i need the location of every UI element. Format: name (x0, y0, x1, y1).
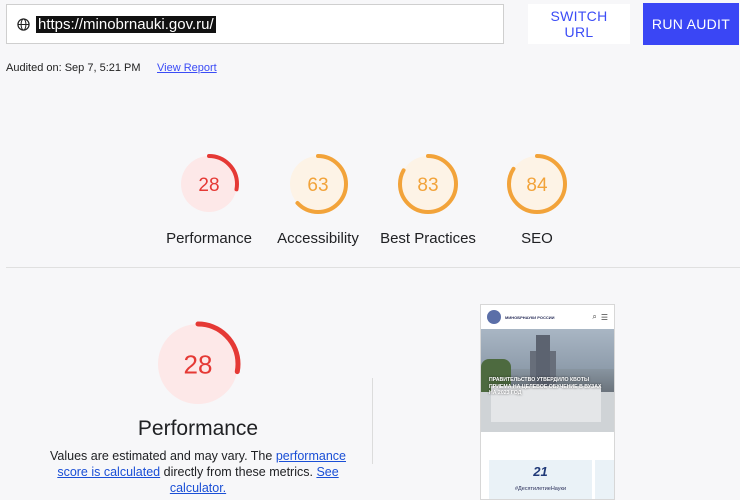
big-gauge-ring: 28 (155, 321, 241, 407)
preview-header: МИНОБРНАУКИ РОССИИ ⌕ ☰ (481, 305, 614, 329)
audited-timestamp: Audited on: Sep 7, 5:21 PM (6, 62, 141, 74)
preview-headline: ПРАВИТЕЛЬСТВО УТВЕРДИЛО КВОТЫ ПРИЕМА НА … (489, 377, 602, 396)
view-report-link[interactable]: View Report (157, 62, 217, 74)
gauge-ring: 84 (507, 154, 567, 214)
url-input[interactable]: https://minobrnauki.gov.ru/ (6, 4, 504, 44)
performance-description: Values are estimated and may vary. The p… (50, 449, 346, 495)
menu-icon: ☰ (600, 312, 608, 322)
gauge-score: 28 (198, 175, 219, 196)
search-icon: ⌕ (592, 312, 597, 321)
globe-icon (17, 17, 30, 31)
performance-big-gauge: 28 (154, 320, 242, 413)
preview-card-text: #ДесятилетиеНауки (514, 486, 567, 492)
score-gauge-seo[interactable]: 84 SEO (472, 152, 602, 247)
run-audit-button[interactable]: RUN AUDIT (643, 3, 739, 45)
gauge-ring: 63 (288, 154, 348, 214)
gauge-label: SEO (521, 230, 553, 247)
url-value: https://minobrnauki.gov.ru/ (36, 15, 216, 33)
switch-url-button[interactable]: SWITCH URL (528, 4, 630, 44)
gauge-score: 28 (184, 349, 213, 379)
page-screenshot-preview: МИНОБРНАУКИ РОССИИ ⌕ ☰ ПРАВИТЕЛЬСТВО УТВ… (480, 304, 615, 500)
gauge-ring: 83 (398, 154, 458, 214)
gauge-ring: 28 (179, 154, 239, 214)
preview-card-partial (595, 460, 614, 499)
vertical-divider (372, 378, 373, 464)
preview-site-title: МИНОБРНАУКИ РОССИИ (505, 314, 555, 320)
preview-card: 21 #ДесятилетиеНауки (489, 460, 592, 499)
performance-title: Performance (137, 417, 259, 440)
gauge-score: 83 (417, 175, 438, 196)
emblem-icon (487, 310, 501, 324)
preview-hero-image: ПРАВИТЕЛЬСТВО УТВЕРДИЛО КВОТЫ ПРИЕМА НА … (481, 329, 614, 432)
gauge-score: 84 (526, 175, 548, 196)
gauge-score: 63 (307, 175, 328, 196)
section-divider (6, 267, 740, 268)
decade-logo: 21 (533, 464, 548, 479)
